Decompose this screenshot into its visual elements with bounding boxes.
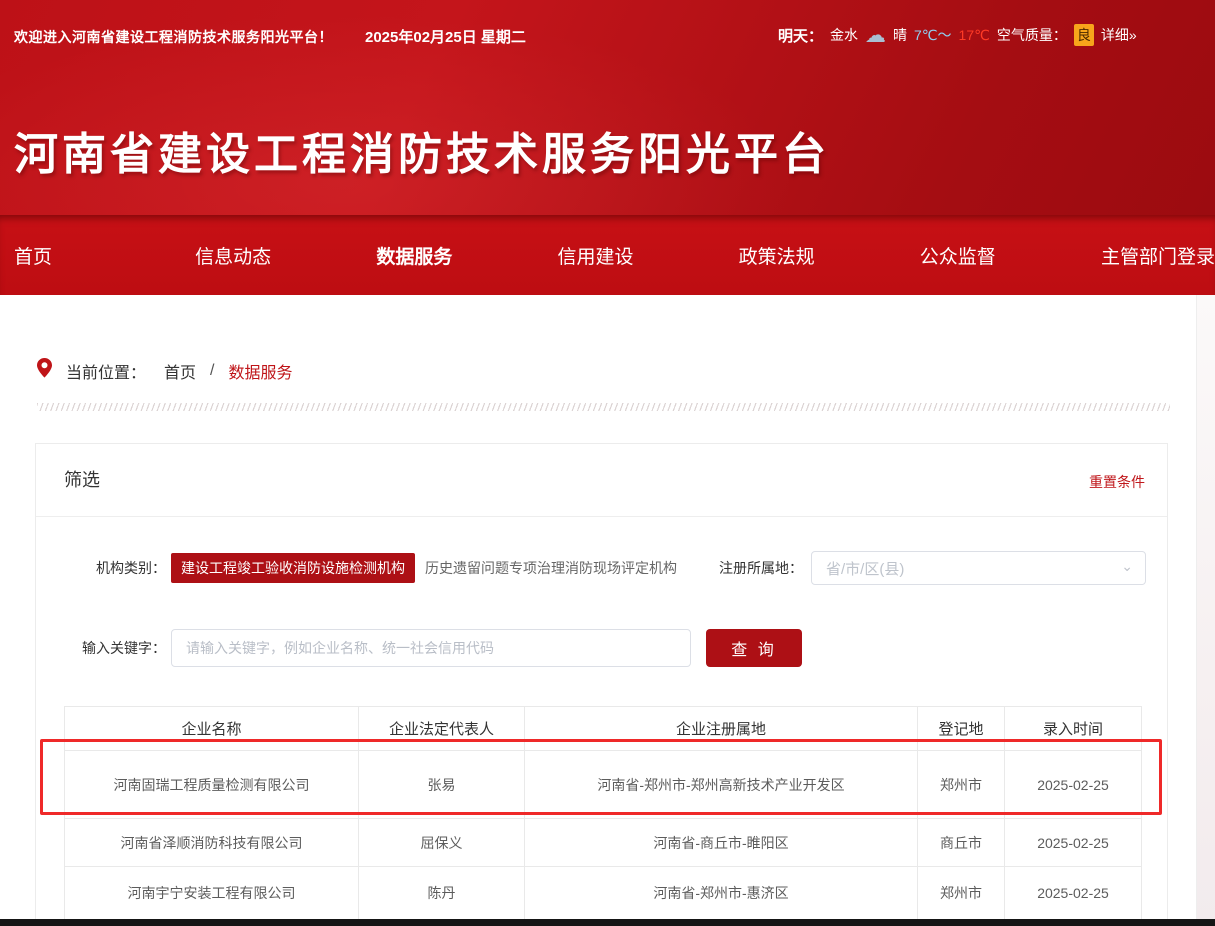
cell-legal-rep: 屈保义	[359, 819, 525, 867]
aqi-label: 空气质量：	[997, 25, 1067, 45]
region-select[interactable]: 省/市/区(县) ⌄	[811, 551, 1146, 585]
cell-registry-place: 商丘市	[918, 819, 1005, 867]
cell-registered-region: 河南省-郑州市-惠济区	[525, 867, 918, 920]
date-text: 2025年02月25日 星期二	[365, 26, 526, 47]
nav-item-supervision[interactable]: 公众监督	[920, 242, 1101, 269]
nav-item-home[interactable]: 首页	[14, 242, 195, 269]
table-row: 河南宇宁安装工程有限公司 陈丹 河南省-郑州市-惠济区 郑州市 2025-02-…	[65, 867, 1142, 920]
chevron-down-icon: ⌄	[1121, 558, 1133, 575]
nav-item-news[interactable]: 信息动态	[195, 242, 376, 269]
breadcrumb-home[interactable]: 首页	[164, 359, 196, 383]
cell-company-name: 河南固瑞工程质量检测有限公司	[65, 751, 359, 819]
filter-title: 筛选	[64, 444, 100, 517]
weather-condition: 晴	[893, 25, 907, 45]
weather-detail-link[interactable]: 详细»	[1101, 25, 1137, 45]
cell-registry-place: 郑州市	[918, 751, 1005, 819]
filter-row-category: 机构类别： 建设工程竣工验收消防设施检测机构 历史遗留问题专项治理消防现场评定机…	[36, 549, 1167, 587]
cell-entry-date: 2025-02-25	[1005, 751, 1142, 819]
column-header-company: 企业名称	[65, 707, 359, 751]
category-option-detection-selected[interactable]: 建设工程竣工验收消防设施检测机构	[171, 553, 415, 583]
nav-item-admin-login[interactable]: 主管部门登录	[1101, 242, 1215, 269]
main-nav: 首页 信息动态 数据服务 信用建设 政策法规 公众监督 主管部门登录	[0, 215, 1215, 295]
breadcrumb-current[interactable]: 数据服务	[228, 359, 292, 383]
column-header-registry-place: 登记地	[918, 707, 1005, 751]
cell-registered-region: 河南省-郑州市-郑州高新技术产业开发区	[525, 751, 918, 819]
keyword-label: 输入关键字：	[36, 638, 166, 658]
page-right-edge-strip	[1196, 295, 1215, 926]
cell-registry-place: 郑州市	[918, 867, 1005, 920]
keyword-input[interactable]	[171, 629, 691, 667]
decorative-slashes-divider	[37, 403, 1170, 411]
aqi-badge: 良	[1074, 24, 1094, 46]
cell-legal-rep: 陈丹	[359, 867, 525, 920]
breadcrumb-label: 当前位置：	[66, 359, 146, 383]
cell-company-name: 河南宇宁安装工程有限公司	[65, 867, 359, 920]
search-button[interactable]: 查 询	[706, 629, 802, 667]
cell-legal-rep: 张易	[359, 751, 525, 819]
cell-company-name: 河南省泽顺消防科技有限公司	[65, 819, 359, 867]
filter-panel-header: 筛选 重置条件	[36, 444, 1167, 517]
category-option-legacy[interactable]: 历史遗留问题专项治理消防现场评定机构	[425, 558, 677, 578]
cloud-icon: ☁	[865, 25, 886, 46]
welcome-text: 欢迎进入河南省建设工程消防技术服务阳光平台！	[14, 27, 333, 47]
page-title: 河南省建设工程消防技术服务阳光平台	[14, 118, 830, 182]
column-header-registered-region: 企业注册属地	[525, 707, 918, 751]
weather-widget: 明天： 金水 ☁ 晴 7℃～ 17℃ 空气质量： 良 详细»	[778, 0, 1137, 70]
cell-registered-region: 河南省-商丘市-睢阳区	[525, 819, 918, 867]
location-pin-icon	[37, 358, 52, 383]
temp-high: 17℃	[959, 27, 990, 44]
weather-district: 金水	[830, 25, 858, 45]
table-row: 河南固瑞工程质量检测有限公司 张易 河南省-郑州市-郑州高新技术产业开发区 郑州…	[65, 751, 1142, 819]
header-banner: 欢迎进入河南省建设工程消防技术服务阳光平台！ 2025年02月25日 星期二 明…	[0, 0, 1215, 215]
cell-entry-date: 2025-02-25	[1005, 819, 1142, 867]
table-header-row: 企业名称 企业法定代表人 企业注册属地 登记地 录入时间	[65, 707, 1142, 751]
nav-item-credit[interactable]: 信用建设	[557, 242, 738, 269]
bottom-edge-bar	[0, 919, 1215, 926]
temp-low: 7℃～	[914, 25, 952, 45]
nav-item-data-service[interactable]: 数据服务	[376, 242, 557, 269]
weather-label: 明天：	[778, 25, 823, 46]
region-select-placeholder: 省/市/区(县)	[826, 558, 904, 579]
breadcrumb-separator: /	[210, 362, 214, 380]
filter-panel: 筛选 重置条件 机构类别： 建设工程竣工验收消防设施检测机构 历史遗留问题专项治…	[35, 443, 1168, 926]
table-row: 河南省泽顺消防科技有限公司 屈保义 河南省-商丘市-睢阳区 商丘市 2025-0…	[65, 819, 1142, 867]
filter-row-keyword: 输入关键字： 查 询	[36, 629, 1167, 667]
breadcrumb: 当前位置： 首页 / 数据服务	[37, 358, 293, 383]
topbar: 欢迎进入河南省建设工程消防技术服务阳光平台！ 2025年02月25日 星期二 明…	[0, 0, 1215, 70]
column-header-entry-date: 录入时间	[1005, 707, 1142, 751]
nav-item-policy[interactable]: 政策法规	[739, 242, 920, 269]
category-label: 机构类别：	[36, 558, 166, 578]
column-header-legal-rep: 企业法定代表人	[359, 707, 525, 751]
reset-filters-link[interactable]: 重置条件	[1089, 472, 1145, 492]
results-table: 企业名称 企业法定代表人 企业注册属地 登记地 录入时间 河南固瑞工程质量检测有…	[64, 706, 1142, 920]
cell-entry-date: 2025-02-25	[1005, 867, 1142, 920]
region-label: 注册所属地：	[719, 558, 803, 578]
